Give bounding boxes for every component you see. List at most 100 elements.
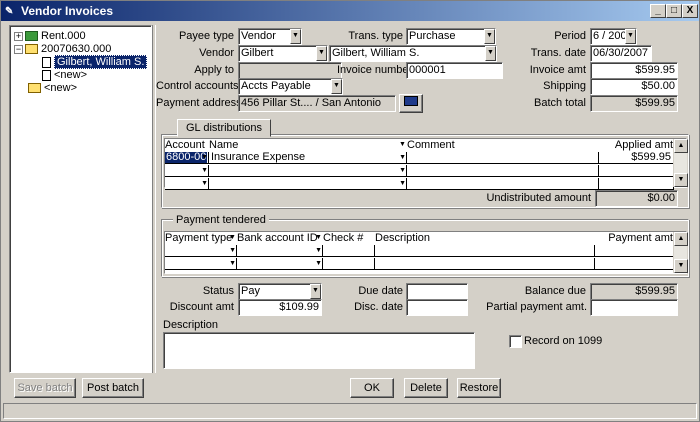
gl-row-3-applied[interactable] (599, 178, 674, 190)
gl-scrollbar[interactable]: ▲ ▼ (673, 139, 688, 187)
col-name-header[interactable]: Name (209, 139, 238, 151)
address-book-button[interactable] (399, 94, 423, 113)
tree-node-new-batch[interactable]: <new> (28, 82, 77, 95)
status-bar (3, 403, 697, 419)
scroll-down-icon[interactable]: ▼ (674, 259, 688, 273)
due-date-label: Due date (358, 285, 403, 297)
gl-row-1-account[interactable]: 6800-00 ▼ (165, 152, 209, 164)
control-accounts-select[interactable]: Accts Payable ▼ (238, 78, 343, 95)
scroll-down-icon[interactable]: ▼ (674, 173, 688, 187)
apply-to-field[interactable] (238, 62, 342, 79)
payment-address-field[interactable]: 456 Pillar St.... / San Antonio (238, 95, 396, 112)
payment-row-2-bank[interactable]: ▼ (237, 258, 323, 270)
partial-payment-field[interactable] (590, 299, 678, 316)
title-bar: ✎ Vendor Invoices _ □ X (1, 1, 699, 21)
col-payment-type-header[interactable]: Payment type (165, 232, 232, 244)
col-account-header[interactable]: Account (165, 139, 205, 151)
payment-row-1-type[interactable]: ▼ (165, 245, 237, 257)
payment-row-1-bank[interactable]: ▼ (237, 245, 323, 257)
trans-type-select[interactable]: Purchase ▼ (406, 28, 496, 45)
payment-row-2-description[interactable] (375, 258, 595, 270)
chevron-down-icon[interactable]: ▼ (316, 46, 327, 61)
col-applied-header[interactable]: Applied amt (599, 139, 673, 151)
tree-node-invoice-gilbert[interactable]: Gilbert, William S. (42, 55, 148, 69)
scroll-up-icon[interactable]: ▲ (674, 139, 688, 153)
chevron-down-icon[interactable]: ▼ (331, 79, 342, 94)
minimize-button[interactable]: _ (650, 4, 666, 18)
chevron-down-icon[interactable]: ▼ (229, 258, 236, 269)
delete-button[interactable]: Delete (404, 378, 448, 398)
chevron-down-icon[interactable]: ▼ (399, 152, 406, 163)
gl-row-3-name[interactable]: ▼ (209, 178, 407, 190)
tree-node-rent[interactable]: + Rent.000 (14, 30, 86, 43)
scroll-up-icon[interactable]: ▲ (674, 232, 688, 246)
payment-row-1-check[interactable] (323, 245, 375, 257)
sort-icon: ▼ (399, 141, 406, 148)
payment-row-2-type[interactable]: ▼ (165, 258, 237, 270)
expand-icon[interactable]: + (14, 31, 23, 41)
invoice-amt-field[interactable]: $599.95 (590, 62, 678, 79)
due-date-field[interactable] (406, 283, 468, 300)
trans-date-field[interactable]: 06/30/2007 (590, 45, 652, 62)
col-comment-header[interactable]: Comment (407, 139, 455, 151)
gl-row-2-account[interactable]: ▼ (165, 165, 209, 177)
batch-tree[interactable]: + Rent.000 − 20070630.000 Gilbert, William… (9, 25, 152, 373)
chevron-down-icon[interactable]: ▼ (315, 258, 322, 269)
gl-row-2-comment[interactable] (407, 165, 599, 177)
chevron-down-icon[interactable]: ▼ (484, 29, 495, 44)
tab-gl-distributions[interactable]: GL distributions (177, 119, 272, 137)
shipping-field[interactable]: $50.00 (590, 78, 678, 95)
payment-row-2-amt[interactable] (595, 258, 674, 270)
trans-type-value: Purchase (409, 30, 456, 42)
payment-row-1-amt[interactable] (595, 245, 674, 257)
vendor-name-select[interactable]: Gilbert, William S. ▼ (329, 45, 497, 62)
tree-node-new-invoice[interactable]: <new> (42, 69, 87, 82)
payee-type-select[interactable]: Vendor ▼ (238, 28, 302, 45)
save-batch-button[interactable]: Save batch (14, 378, 76, 398)
payment-scrollbar[interactable]: ▲ ▼ (673, 232, 688, 273)
gl-row-2-name[interactable]: ▼ (209, 165, 407, 177)
chevron-down-icon[interactable]: ▼ (229, 245, 236, 256)
col-check-header[interactable]: Check # (323, 232, 363, 244)
vendor-label: Vendor (199, 47, 234, 59)
payment-row-1-description[interactable] (375, 245, 595, 257)
collapse-icon[interactable]: − (14, 44, 23, 54)
gl-row-1-comment[interactable] (407, 152, 599, 164)
disc-date-field[interactable] (406, 299, 468, 316)
close-button[interactable]: X (682, 4, 698, 18)
chevron-down-icon[interactable]: ▼ (625, 29, 636, 44)
discount-amt-field[interactable]: $109.99 (238, 299, 322, 316)
period-select[interactable]: 6 / 2007 ▼ (590, 28, 637, 45)
ok-button[interactable]: OK (350, 378, 394, 398)
payment-row-2-check[interactable] (323, 258, 375, 270)
gl-row-1-applied[interactable]: $599.95 (599, 152, 674, 164)
chevron-down-icon[interactable]: ▼ (399, 178, 406, 189)
vendor-invoices-window: ✎ Vendor Invoices _ □ X + Rent.000 − 200706… (0, 0, 700, 422)
status-select[interactable]: Pay ▼ (238, 283, 322, 300)
col-bank-account-header[interactable]: Bank account ID (237, 232, 318, 244)
col-description-header[interactable]: Description (375, 232, 430, 244)
restore-button[interactable]: Restore (457, 378, 501, 398)
chevron-down-icon[interactable]: ▼ (290, 29, 301, 44)
chevron-down-icon[interactable]: ▼ (201, 152, 208, 163)
chevron-down-icon[interactable]: ▼ (485, 46, 496, 61)
chevron-down-icon[interactable]: ▼ (201, 165, 208, 176)
vendor-code-select[interactable]: Gilbert ▼ (238, 45, 328, 62)
invoice-number-field[interactable]: 000001 (406, 62, 503, 79)
col-payment-amt-header[interactable]: Payment amt (595, 232, 673, 244)
gl-row-2-applied[interactable] (599, 165, 674, 177)
description-textarea[interactable] (163, 332, 475, 369)
payment-grid[interactable]: Payment type ▼ Bank account ID ▼ Check #… (164, 231, 688, 274)
gl-row-1-name[interactable]: Insurance Expense ▼ (209, 152, 407, 164)
gl-grid[interactable]: Account Name ▼ Comment Applied amt 6800-… (164, 138, 688, 190)
record-1099-checkbox[interactable] (509, 335, 522, 348)
post-batch-button[interactable]: Post batch (82, 378, 144, 398)
maximize-button[interactable]: □ (666, 4, 682, 18)
gl-row-3-account[interactable]: ▼ (165, 178, 209, 190)
gl-row-3-comment[interactable] (407, 178, 599, 190)
chevron-down-icon[interactable]: ▼ (399, 165, 406, 176)
chevron-down-icon[interactable]: ▼ (315, 245, 322, 256)
chevron-down-icon[interactable]: ▼ (201, 178, 208, 189)
chevron-down-icon[interactable]: ▼ (310, 284, 321, 299)
period-label: Period (554, 30, 586, 42)
